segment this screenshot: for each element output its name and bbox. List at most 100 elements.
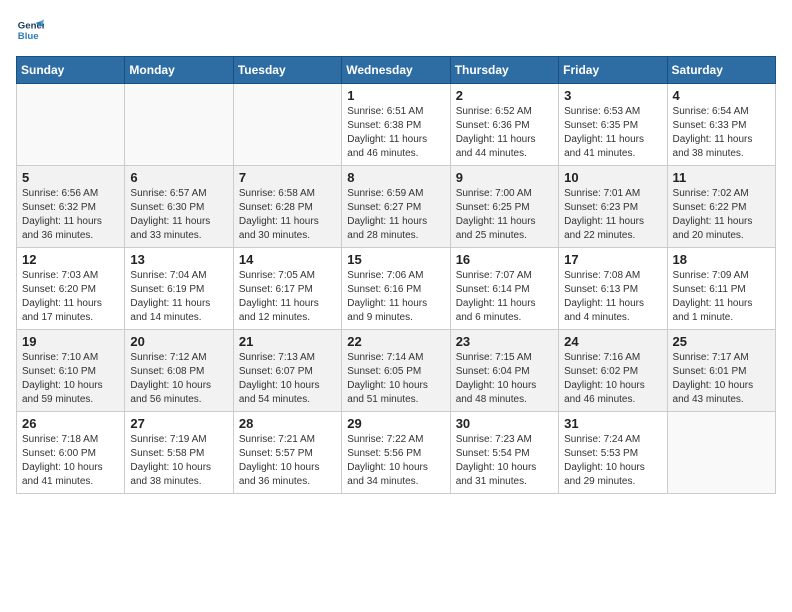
calendar-cell: 14 Sunrise: 7:05 AM Sunset: 6:17 PM Dayli… (233, 248, 341, 330)
calendar-week-row: 26 Sunrise: 7:18 AM Sunset: 6:00 PM Dayli… (17, 412, 776, 494)
calendar-cell: 24 Sunrise: 7:16 AM Sunset: 6:02 PM Dayli… (559, 330, 667, 412)
calendar-cell: 15 Sunrise: 7:06 AM Sunset: 6:16 PM Dayli… (342, 248, 450, 330)
day-info: Sunrise: 7:09 AM Sunset: 6:11 PM Dayligh… (673, 269, 770, 325)
day-number: 20 (130, 334, 227, 349)
day-number: 16 (456, 252, 553, 267)
day-number: 29 (347, 416, 444, 431)
weekday-header: Thursday (450, 57, 558, 84)
day-info: Sunrise: 7:14 AM Sunset: 6:05 PM Dayligh… (347, 351, 444, 407)
calendar-cell (233, 84, 341, 166)
day-number: 23 (456, 334, 553, 349)
day-info: Sunrise: 7:18 AM Sunset: 6:00 PM Dayligh… (22, 433, 119, 489)
day-number: 13 (130, 252, 227, 267)
day-info: Sunrise: 7:04 AM Sunset: 6:19 PM Dayligh… (130, 269, 227, 325)
weekday-header: Saturday (667, 57, 775, 84)
logo: General Blue (16, 16, 44, 44)
day-info: Sunrise: 7:03 AM Sunset: 6:20 PM Dayligh… (22, 269, 119, 325)
day-number: 21 (239, 334, 336, 349)
day-info: Sunrise: 6:52 AM Sunset: 6:36 PM Dayligh… (456, 105, 553, 161)
day-number: 31 (564, 416, 661, 431)
day-number: 4 (673, 88, 770, 103)
day-info: Sunrise: 7:13 AM Sunset: 6:07 PM Dayligh… (239, 351, 336, 407)
weekday-header: Tuesday (233, 57, 341, 84)
calendar-cell: 22 Sunrise: 7:14 AM Sunset: 6:05 PM Dayli… (342, 330, 450, 412)
day-info: Sunrise: 7:22 AM Sunset: 5:56 PM Dayligh… (347, 433, 444, 489)
day-info: Sunrise: 7:24 AM Sunset: 5:53 PM Dayligh… (564, 433, 661, 489)
calendar-week-row: 5 Sunrise: 6:56 AM Sunset: 6:32 PM Daylig… (17, 166, 776, 248)
weekday-header: Sunday (17, 57, 125, 84)
day-number: 8 (347, 170, 444, 185)
day-info: Sunrise: 7:00 AM Sunset: 6:25 PM Dayligh… (456, 187, 553, 243)
day-info: Sunrise: 7:10 AM Sunset: 6:10 PM Dayligh… (22, 351, 119, 407)
day-info: Sunrise: 7:23 AM Sunset: 5:54 PM Dayligh… (456, 433, 553, 489)
calendar-cell: 30 Sunrise: 7:23 AM Sunset: 5:54 PM Dayli… (450, 412, 558, 494)
weekday-header: Monday (125, 57, 233, 84)
day-number: 26 (22, 416, 119, 431)
day-info: Sunrise: 7:01 AM Sunset: 6:23 PM Dayligh… (564, 187, 661, 243)
calendar-cell: 16Sunrise: 7:07 AM Sunset: 6:14 PM Dayli… (450, 248, 558, 330)
day-info: Sunrise: 7:08 AM Sunset: 6:13 PM Dayligh… (564, 269, 661, 325)
weekday-header: Wednesday (342, 57, 450, 84)
calendar-cell: 28Sunrise: 7:21 AM Sunset: 5:57 PM Dayli… (233, 412, 341, 494)
day-number: 18 (673, 252, 770, 267)
calendar-cell: 27 Sunrise: 7:19 AM Sunset: 5:58 PM Dayli… (125, 412, 233, 494)
day-info: Sunrise: 7:16 AM Sunset: 6:02 PM Dayligh… (564, 351, 661, 407)
calendar-cell: 6 Sunrise: 6:57 AM Sunset: 6:30 PM Daylig… (125, 166, 233, 248)
calendar-cell (125, 84, 233, 166)
day-number: 15 (347, 252, 444, 267)
day-info: Sunrise: 7:05 AM Sunset: 6:17 PM Dayligh… (239, 269, 336, 325)
calendar-week-row: 1Sunrise: 6:51 AM Sunset: 6:38 PM Daylig… (17, 84, 776, 166)
calendar-cell: 7 Sunrise: 6:58 AM Sunset: 6:28 PM Daylig… (233, 166, 341, 248)
day-number: 24 (564, 334, 661, 349)
calendar-cell: 12 Sunrise: 7:03 AM Sunset: 6:20 PM Dayli… (17, 248, 125, 330)
day-info: Sunrise: 6:53 AM Sunset: 6:35 PM Dayligh… (564, 105, 661, 161)
calendar-cell: 18 Sunrise: 7:09 AM Sunset: 6:11 PM Dayli… (667, 248, 775, 330)
day-number: 30 (456, 416, 553, 431)
calendar-cell: 8Sunrise: 6:59 AM Sunset: 6:27 PM Daylig… (342, 166, 450, 248)
day-number: 19 (22, 334, 119, 349)
logo-icon: General Blue (16, 16, 44, 44)
day-number: 14 (239, 252, 336, 267)
calendar-cell (667, 412, 775, 494)
calendar-cell: 21 Sunrise: 7:13 AM Sunset: 6:07 PM Dayli… (233, 330, 341, 412)
day-number: 11 (673, 170, 770, 185)
calendar-cell: 19 Sunrise: 7:10 AM Sunset: 6:10 PM Dayli… (17, 330, 125, 412)
day-number: 17 (564, 252, 661, 267)
weekday-header-row: SundayMondayTuesdayWednesdayThursdayFrid… (17, 57, 776, 84)
day-number: 10 (564, 170, 661, 185)
calendar-cell: 9Sunrise: 7:00 AM Sunset: 6:25 PM Daylig… (450, 166, 558, 248)
calendar-cell: 3 Sunrise: 6:53 AM Sunset: 6:35 PM Daylig… (559, 84, 667, 166)
calendar-cell: 11 Sunrise: 7:02 AM Sunset: 6:22 PM Dayli… (667, 166, 775, 248)
calendar-cell (17, 84, 125, 166)
day-number: 7 (239, 170, 336, 185)
day-info: Sunrise: 6:51 AM Sunset: 6:38 PM Dayligh… (347, 105, 444, 161)
day-info: Sunrise: 6:54 AM Sunset: 6:33 PM Dayligh… (673, 105, 770, 161)
calendar-cell: 10 Sunrise: 7:01 AM Sunset: 6:23 PM Dayli… (559, 166, 667, 248)
day-number: 27 (130, 416, 227, 431)
calendar-cell: 31 Sunrise: 7:24 AM Sunset: 5:53 PM Dayli… (559, 412, 667, 494)
calendar-week-row: 12 Sunrise: 7:03 AM Sunset: 6:20 PM Dayli… (17, 248, 776, 330)
calendar-cell: 13 Sunrise: 7:04 AM Sunset: 6:19 PM Dayli… (125, 248, 233, 330)
page-header: General Blue (16, 16, 776, 44)
day-info: Sunrise: 7:12 AM Sunset: 6:08 PM Dayligh… (130, 351, 227, 407)
day-number: 3 (564, 88, 661, 103)
calendar-cell: 20 Sunrise: 7:12 AM Sunset: 6:08 PM Dayli… (125, 330, 233, 412)
svg-text:Blue: Blue (18, 31, 39, 42)
day-info: Sunrise: 7:02 AM Sunset: 6:22 PM Dayligh… (673, 187, 770, 243)
calendar-cell: 1Sunrise: 6:51 AM Sunset: 6:38 PM Daylig… (342, 84, 450, 166)
day-number: 22 (347, 334, 444, 349)
calendar-cell: 4 Sunrise: 6:54 AM Sunset: 6:33 PM Daylig… (667, 84, 775, 166)
calendar-cell: 25Sunrise: 7:17 AM Sunset: 6:01 PM Dayli… (667, 330, 775, 412)
day-info: Sunrise: 7:19 AM Sunset: 5:58 PM Dayligh… (130, 433, 227, 489)
day-info: Sunrise: 6:56 AM Sunset: 6:32 PM Dayligh… (22, 187, 119, 243)
day-number: 12 (22, 252, 119, 267)
day-number: 2 (456, 88, 553, 103)
day-info: Sunrise: 6:57 AM Sunset: 6:30 PM Dayligh… (130, 187, 227, 243)
calendar-table: SundayMondayTuesdayWednesdayThursdayFrid… (16, 56, 776, 494)
calendar-cell: 23Sunrise: 7:15 AM Sunset: 6:04 PM Dayli… (450, 330, 558, 412)
day-info: Sunrise: 7:06 AM Sunset: 6:16 PM Dayligh… (347, 269, 444, 325)
day-number: 6 (130, 170, 227, 185)
calendar-cell: 2 Sunrise: 6:52 AM Sunset: 6:36 PM Daylig… (450, 84, 558, 166)
day-info: Sunrise: 6:58 AM Sunset: 6:28 PM Dayligh… (239, 187, 336, 243)
day-number: 5 (22, 170, 119, 185)
